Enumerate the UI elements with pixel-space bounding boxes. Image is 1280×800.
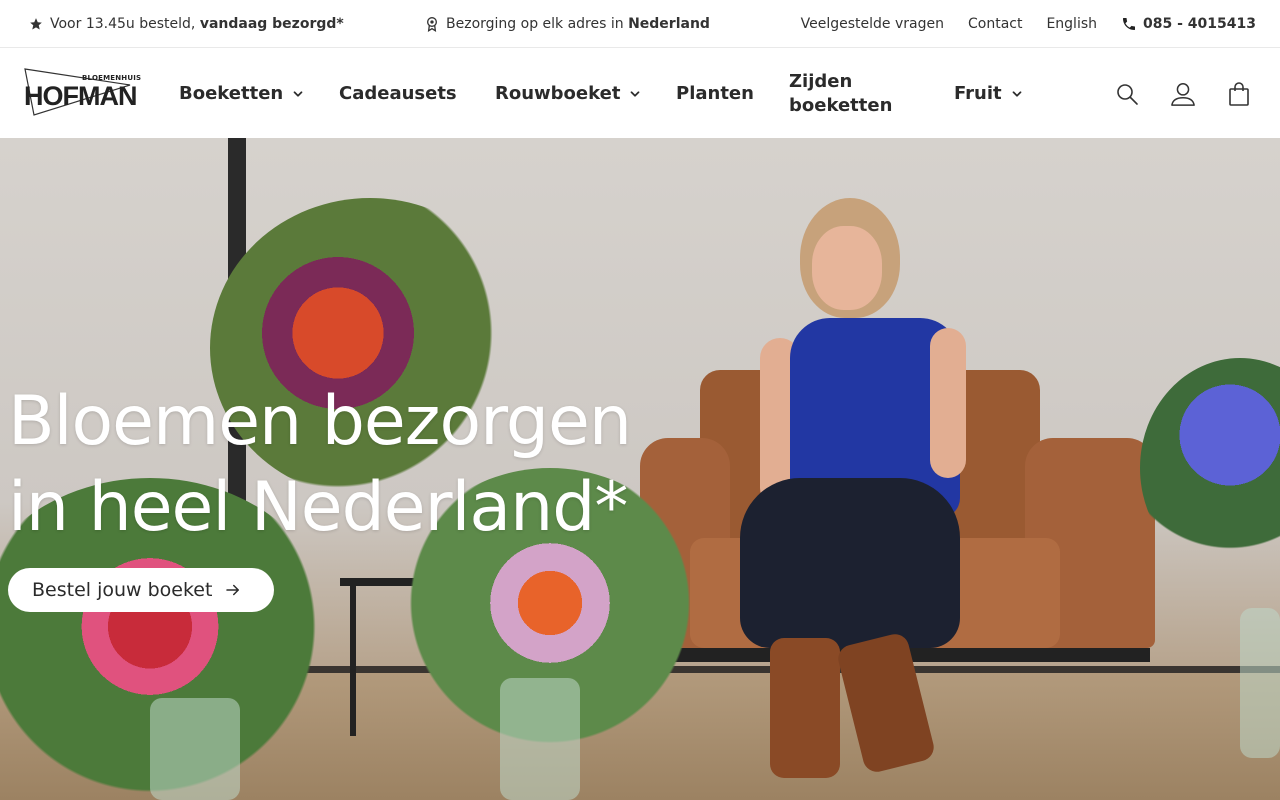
phone-link[interactable]: 085 - 4015413 [1121,16,1256,32]
nav-label: Rouwboeket [495,83,621,104]
nav-label: Cadeausets [339,83,457,104]
hero-title-line-1: Bloemen bezorgen [8,382,632,461]
arrow-right-icon [224,581,242,599]
nav-item-rouwboeket[interactable]: Rouwboeket [495,49,642,138]
hero-photo-bouquet-hydrangea [1140,358,1280,578]
header-icons [1114,49,1252,138]
hero-title-line-2: in heel Nederland* [8,468,628,547]
usp-delivery: Bezorging op elk adres in Nederland [424,0,710,48]
nav-item-boeketten[interactable]: Boeketten [179,49,305,138]
main-header: BLOEMENHUIS HOFMAN Boeketten Cadeausets … [0,49,1280,138]
hero-banner: Bloemen bezorgen in heel Nederland* Best… [0,138,1280,800]
hero-photo-person-arm-right [930,328,966,478]
hero-title: Bloemen bezorgen in heel Nederland* [8,379,708,551]
award-icon [424,16,440,32]
nav-label: Fruit [954,83,1002,104]
usp-order-bold: vandaag bezorgd* [199,16,344,32]
logo-big-text: HOFMAN [24,81,137,111]
search-icon[interactable] [1114,81,1140,107]
nav-label: Planten [676,83,754,104]
faq-link[interactable]: Veelgestelde vragen [801,16,944,32]
contact-link[interactable]: Contact [968,16,1022,32]
chevron-down-icon [628,87,642,101]
hero-photo-vase [150,698,240,800]
star-icon [28,16,44,32]
nav-label: Boeketten [179,83,284,104]
order-bouquet-button[interactable]: Bestel jouw boeket [8,568,274,612]
hero-photo-vase [1240,608,1280,758]
usp-delivery-bold: Nederland [628,16,710,32]
account-icon[interactable] [1170,81,1196,107]
cart-icon[interactable] [1226,81,1252,107]
hero-photo-person-face [812,226,882,310]
hero-photo-boot-left [770,638,840,778]
hero-photo-stand-leg [350,586,356,736]
nav-item-planten[interactable]: Planten [676,49,754,138]
order-bouquet-label: Bestel jouw boeket [32,579,213,601]
nav-label: Zijden boeketten [789,70,893,116]
nav-item-cadeausets[interactable]: Cadeausets [339,49,457,138]
nav-item-fruit[interactable]: Fruit [954,49,1024,138]
site-logo[interactable]: BLOEMENHUIS HOFMAN [22,67,141,119]
nav-item-zijden-boeketten[interactable]: Zijden boeketten [789,49,899,138]
hero-photo-person-legs [740,478,960,648]
hero-photo-vase [500,678,580,800]
top-links: Veelgestelde vragen Contact English 085 … [801,0,1256,48]
phone-number: 085 - 4015413 [1143,16,1256,32]
phone-icon [1121,16,1137,32]
language-link[interactable]: English [1046,16,1097,32]
usp-delivery-text: Bezorging op elk adres in [446,16,629,32]
usp-order-deadline: Voor 13.45u besteld, vandaag bezorgd* [28,0,344,48]
chevron-down-icon [291,87,305,101]
top-bar: Voor 13.45u besteld, vandaag bezorgd* Be… [0,0,1280,48]
usp-order-text: Voor 13.45u besteld, [50,16,200,32]
chevron-down-icon [1010,87,1024,101]
